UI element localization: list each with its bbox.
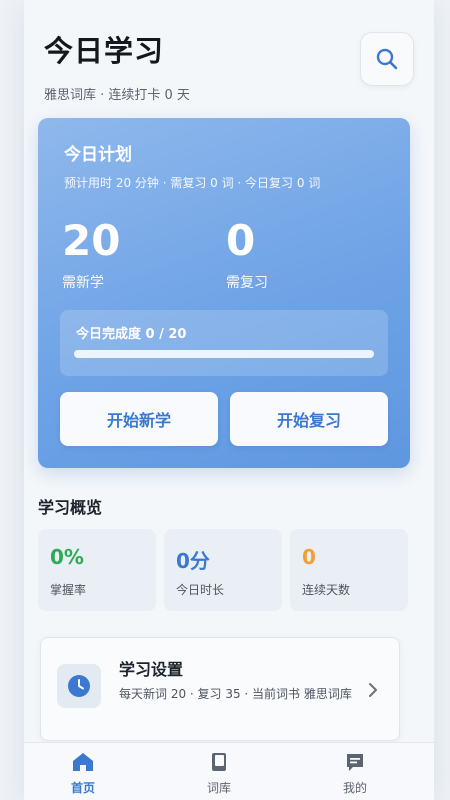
study-time-value: 0分 xyxy=(176,549,210,573)
tab-home-label: 首页 xyxy=(70,781,95,795)
profile-icon xyxy=(347,754,363,771)
mastery-label: 掌握率 xyxy=(50,583,87,597)
tab-library[interactable]: 词库 xyxy=(174,751,264,796)
plan-title: 今日计划 xyxy=(64,145,132,165)
new-words-count: 20 xyxy=(62,216,121,265)
streak-label: 连续天数 xyxy=(302,583,351,597)
start-review-button[interactable]: 开始复习 xyxy=(230,392,388,446)
home-page: 今日学习 雅思词库 · 连续打卡 0 天 今日计划 预计用时 20 分钟 · 需… xyxy=(24,0,434,800)
progress-box: 今日完成度 0 / 20 xyxy=(60,310,388,376)
chevron-right-icon xyxy=(369,683,377,697)
streak-card: 0 连续天数 xyxy=(290,529,408,611)
search-button[interactable] xyxy=(360,32,414,86)
new-words-label: 需新学 xyxy=(62,275,104,291)
start-new-button[interactable]: 开始新学 xyxy=(60,392,218,446)
mastery-value: 0% xyxy=(50,545,84,569)
study-time-label: 今日时长 xyxy=(176,583,225,597)
review-words-count: 0 xyxy=(226,216,256,265)
progress-bar xyxy=(74,350,374,358)
settings-title: 学习设置 xyxy=(119,660,184,679)
header: 今日学习 雅思词库 · 连续打卡 0 天 xyxy=(44,28,190,103)
overview-title: 学习概览 xyxy=(38,498,103,517)
streak-value: 0 xyxy=(302,545,316,569)
home-icon xyxy=(73,753,93,771)
tab-profile[interactable]: 我的 xyxy=(310,751,400,796)
today-plan-card: 今日计划 预计用时 20 分钟 · 需复习 0 词 · 今日复习 0 词 20 … xyxy=(38,118,410,468)
book-icon xyxy=(212,753,226,771)
page-title: 今日学习 xyxy=(44,34,165,68)
review-words-label: 需复习 xyxy=(226,275,268,291)
settings-icon-box xyxy=(57,664,101,708)
tab-library-label: 词库 xyxy=(206,781,231,795)
bottom-tab-bar: 首页 词库 我的 xyxy=(24,742,434,800)
tab-profile-label: 我的 xyxy=(342,781,367,795)
study-time-card: 0分 今日时长 xyxy=(164,529,282,611)
search-icon xyxy=(376,48,398,70)
mastery-card: 0% 掌握率 xyxy=(38,529,156,611)
page-subtitle: 雅思词库 · 连续打卡 0 天 xyxy=(44,88,190,103)
plan-description: 预计用时 20 分钟 · 需复习 0 词 · 今日复习 0 词 xyxy=(64,176,321,190)
clock-icon xyxy=(68,675,90,697)
tab-home[interactable]: 首页 xyxy=(38,751,128,796)
progress-label: 今日完成度 0 / 20 xyxy=(76,327,187,342)
settings-description: 每天新词 20 · 复习 35 · 当前词书 雅思词库 xyxy=(119,687,352,701)
settings-card[interactable]: 学习设置 每天新词 20 · 复习 35 · 当前词书 雅思词库 xyxy=(40,637,400,741)
